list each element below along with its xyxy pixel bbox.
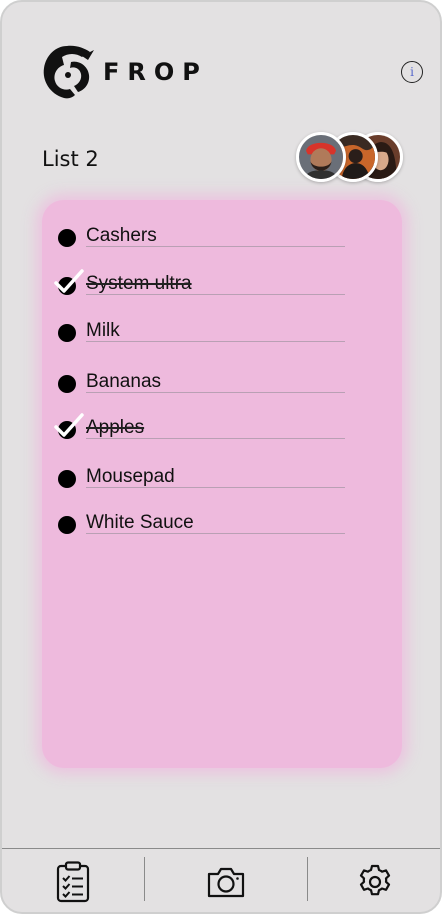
- checkmark-icon: [54, 413, 84, 437]
- tab-camera[interactable]: [145, 849, 307, 912]
- item-underline: [86, 294, 345, 295]
- item-underline: [86, 392, 345, 393]
- frop-logo-icon: [43, 45, 94, 99]
- list-title: List 2: [42, 147, 99, 171]
- item-underline: [86, 487, 345, 488]
- app-screen: FROP i List 2 Cashers System ultra Milk …: [0, 0, 442, 914]
- list-item[interactable]: Cashers: [42, 225, 402, 259]
- info-button[interactable]: i: [401, 61, 423, 83]
- brand-name: FROP: [103, 58, 208, 86]
- tab-settings[interactable]: [308, 849, 440, 912]
- bullet-icon[interactable]: [58, 516, 76, 534]
- item-label: System ultra: [86, 273, 192, 294]
- item-underline: [86, 438, 345, 439]
- item-underline: [86, 341, 345, 342]
- list-item[interactable]: Milk: [42, 320, 402, 354]
- item-underline: [86, 246, 345, 247]
- bullet-icon[interactable]: [58, 324, 76, 342]
- item-label: Milk: [86, 320, 120, 341]
- item-label: Apples: [86, 417, 145, 438]
- avatar[interactable]: [296, 132, 346, 182]
- item-label: Cashers: [86, 225, 157, 246]
- bullet-icon[interactable]: [58, 229, 76, 247]
- bottom-tab-bar: [2, 848, 440, 912]
- clipboard-checklist-icon: [56, 861, 90, 903]
- info-icon: i: [410, 65, 414, 79]
- camera-icon: [207, 867, 245, 898]
- list-item[interactable]: Bananas: [42, 371, 402, 405]
- item-underline: [86, 533, 345, 534]
- list-item[interactable]: System ultra: [42, 269, 402, 307]
- checkmark-icon: [54, 269, 84, 293]
- bullet-icon[interactable]: [58, 470, 76, 488]
- gear-icon: [359, 864, 391, 896]
- item-label: Mousepad: [86, 466, 175, 487]
- list-item[interactable]: Apples: [42, 413, 402, 451]
- item-label: White Sauce: [86, 512, 194, 533]
- shopping-list-card: Cashers System ultra Milk Bananas Apples…: [42, 200, 402, 768]
- list-item[interactable]: Mousepad: [42, 466, 402, 500]
- item-label: Bananas: [86, 371, 162, 392]
- list-item[interactable]: White Sauce: [42, 512, 402, 546]
- bullet-icon[interactable]: [58, 375, 76, 393]
- tab-lists[interactable]: [2, 849, 144, 912]
